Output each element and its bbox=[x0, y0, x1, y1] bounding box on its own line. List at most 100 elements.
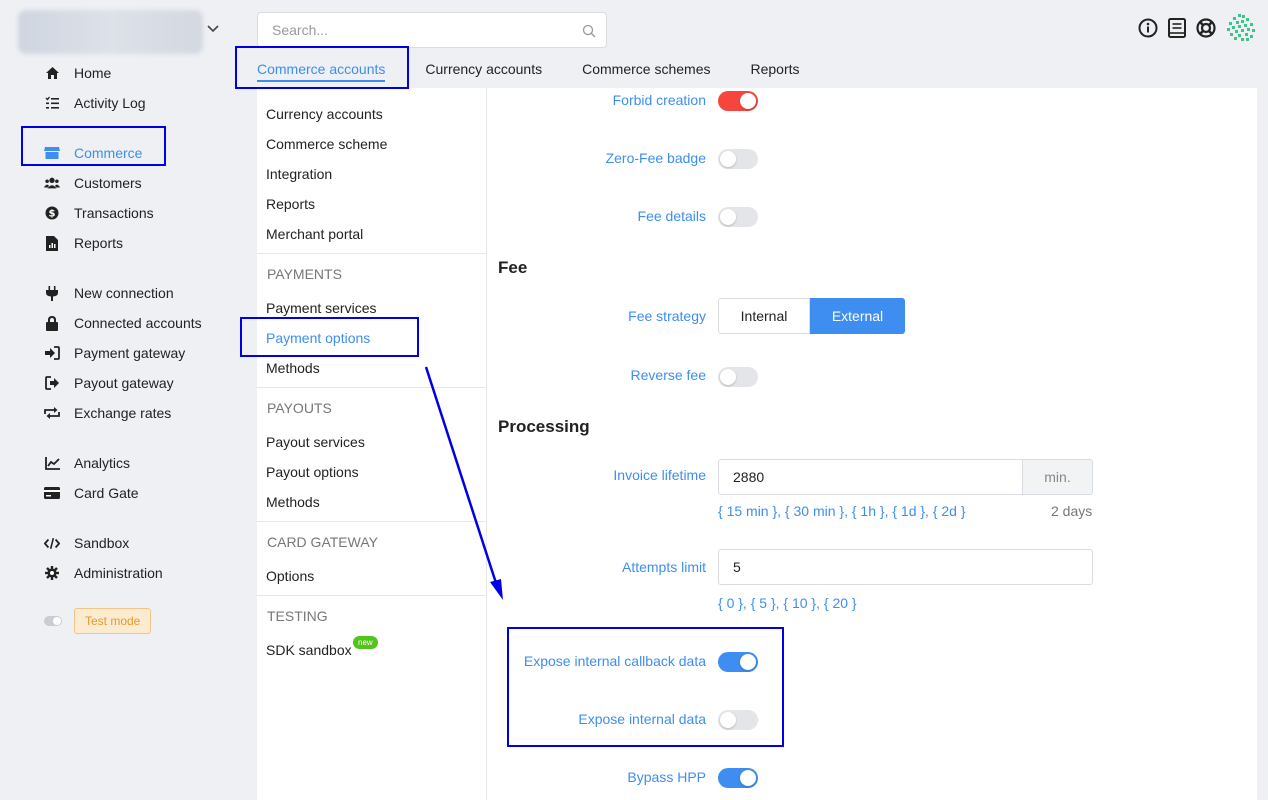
fee-strategy-internal[interactable]: Internal bbox=[718, 298, 810, 334]
new-badge: new bbox=[353, 636, 378, 649]
submenu-item-currency-accounts[interactable]: Currency accounts bbox=[266, 106, 383, 122]
divider bbox=[257, 595, 487, 596]
sidebar-item-label: Administration bbox=[74, 565, 163, 581]
fee-section-title: Fee bbox=[498, 258, 528, 277]
dollar-circle-icon: $ bbox=[44, 205, 60, 221]
sidebar-item-administration[interactable]: Administration bbox=[44, 562, 163, 584]
invoice-lifetime-label: Invoice lifetime bbox=[613, 467, 706, 483]
sidebar-item-exchange-rates[interactable]: Exchange rates bbox=[44, 402, 171, 424]
tab-commerce-schemes[interactable]: Commerce schemes bbox=[582, 58, 710, 82]
bypass-hpp-toggle[interactable] bbox=[718, 768, 758, 788]
sidebar-item-payout-gateway[interactable]: Payout gateway bbox=[44, 372, 174, 394]
sidebar-item-label: Customers bbox=[74, 175, 142, 191]
submenu-item-card-options[interactable]: Options bbox=[266, 568, 314, 584]
sidebar-item-home[interactable]: Home bbox=[44, 62, 111, 84]
fee-strategy-external[interactable]: External bbox=[810, 298, 905, 334]
submenu-item-payment-methods[interactable]: Methods bbox=[266, 360, 320, 376]
credit-card-icon bbox=[44, 485, 60, 501]
divider bbox=[257, 521, 487, 522]
fee-details-toggle[interactable] bbox=[718, 207, 758, 227]
submenu-heading-payouts: PAYOUTS bbox=[267, 400, 332, 416]
search-input[interactable]: Search... bbox=[257, 12, 607, 48]
attempts-limit-field: 5 bbox=[718, 549, 1093, 585]
submenu-item-payout-services[interactable]: Payout services bbox=[266, 434, 365, 450]
chevron-down-icon[interactable] bbox=[205, 20, 221, 36]
sidebar-item-label: Card Gate bbox=[74, 485, 139, 501]
account-switcher[interactable] bbox=[18, 10, 203, 54]
sidebar-item-label: Payout gateway bbox=[74, 375, 174, 391]
file-report-icon bbox=[44, 235, 60, 251]
sidebar-item-label: New connection bbox=[74, 285, 174, 301]
submenu-item-merchant-portal[interactable]: Merchant portal bbox=[266, 226, 363, 242]
search-icon[interactable] bbox=[582, 24, 596, 38]
sidebar-item-card-gate[interactable]: Card Gate bbox=[44, 482, 139, 504]
sign-out-icon bbox=[44, 375, 60, 391]
sidebar-item-transactions[interactable]: $ Transactions bbox=[44, 202, 154, 224]
invoice-lifetime-hint: 2 days bbox=[1051, 503, 1093, 519]
reverse-fee-label: Reverse fee bbox=[630, 367, 706, 383]
submenu-item-integration[interactable]: Integration bbox=[266, 166, 332, 182]
forbid-creation-toggle[interactable] bbox=[718, 91, 758, 111]
zero-fee-badge-toggle[interactable] bbox=[718, 149, 758, 169]
processing-section-title: Processing bbox=[498, 417, 590, 436]
reverse-fee-toggle[interactable] bbox=[718, 367, 758, 387]
submenu-item-payout-methods[interactable]: Methods bbox=[266, 494, 320, 510]
users-icon bbox=[44, 175, 60, 191]
exchange-icon bbox=[44, 405, 60, 421]
sidebar-item-analytics[interactable]: Analytics bbox=[44, 452, 130, 474]
submenu-heading-card-gateway: CARD GATEWAY bbox=[267, 534, 378, 550]
fee-strategy-label: Fee strategy bbox=[628, 308, 706, 324]
sidebar-item-connected-accounts[interactable]: Connected accounts bbox=[44, 312, 202, 334]
annotation-box-expose-toggles bbox=[507, 627, 784, 747]
submenu-item-sdk-sandbox[interactable]: SDK sandbox bbox=[266, 642, 352, 658]
attempts-limit-presets[interactable]: { 0 }, { 5 }, { 10 }, { 20 } bbox=[718, 595, 857, 611]
home-icon bbox=[44, 65, 60, 81]
sidebar-item-new-connection[interactable]: New connection bbox=[44, 282, 174, 304]
top-toolbar bbox=[1138, 13, 1256, 43]
lifebuoy-icon[interactable] bbox=[1196, 18, 1216, 38]
search-placeholder: Search... bbox=[272, 22, 329, 38]
sidebar-item-sandbox[interactable]: Sandbox bbox=[44, 532, 129, 554]
sidebar-item-label: Exchange rates bbox=[74, 405, 172, 421]
submenu-item-commerce-scheme[interactable]: Commerce scheme bbox=[266, 136, 387, 152]
invoice-lifetime-input[interactable]: 2880 bbox=[718, 459, 1023, 495]
invoice-lifetime-unit: min. bbox=[1023, 459, 1093, 495]
submenu-item-payout-options[interactable]: Payout options bbox=[266, 464, 359, 480]
sidebar-item-customers[interactable]: Customers bbox=[44, 172, 142, 194]
sidebar-item-label: Connected accounts bbox=[74, 315, 202, 331]
submenu-item-payment-services[interactable]: Payment services bbox=[266, 300, 376, 316]
sidebar-item-label: Reports bbox=[74, 235, 124, 251]
zero-fee-badge-label: Zero-Fee badge bbox=[605, 150, 706, 166]
test-mode-toggle[interactable]: Test mode bbox=[44, 608, 152, 634]
submenu-heading-payments: PAYMENTS bbox=[267, 266, 342, 282]
submenu-item-reports[interactable]: Reports bbox=[266, 196, 315, 212]
divider bbox=[257, 387, 487, 388]
chart-line-icon bbox=[44, 455, 60, 471]
invoice-lifetime-presets[interactable]: { 15 min }, { 30 min }, { 1h }, { 1d }, … bbox=[718, 503, 966, 519]
list-check-icon bbox=[44, 95, 60, 111]
tab-currency-accounts[interactable]: Currency accounts bbox=[425, 58, 542, 82]
attempts-limit-input[interactable]: 5 bbox=[718, 549, 1093, 585]
sidebar: Home Activity Log Commerce Customers $ T… bbox=[0, 0, 245, 800]
sidebar-item-payment-gateway[interactable]: Payment gateway bbox=[44, 342, 185, 364]
sidebar-item-label: Analytics bbox=[74, 455, 131, 471]
bypass-hpp-label: Bypass HPP bbox=[627, 769, 706, 785]
info-icon[interactable] bbox=[1138, 18, 1158, 38]
attempts-limit-label: Attempts limit bbox=[621, 559, 706, 575]
svg-text:$: $ bbox=[49, 209, 56, 220]
submenu: Currency accounts Commerce scheme Integr… bbox=[257, 88, 487, 800]
tab-reports[interactable]: Reports bbox=[750, 58, 799, 82]
forbid-creation-label: Forbid creation bbox=[612, 92, 706, 108]
book-icon[interactable] bbox=[1168, 18, 1186, 38]
sidebar-item-activity-log[interactable]: Activity Log bbox=[44, 92, 146, 114]
sidebar-item-label: Activity Log bbox=[74, 95, 146, 111]
code-icon bbox=[44, 535, 60, 551]
submenu-heading-testing: TESTING bbox=[267, 608, 328, 624]
divider bbox=[257, 253, 487, 254]
sidebar-item-reports[interactable]: Reports bbox=[44, 232, 123, 254]
sidebar-item-label: Sandbox bbox=[74, 535, 130, 551]
invoice-lifetime-field: 2880 min. bbox=[718, 459, 1093, 495]
fee-strategy-selector: Internal External bbox=[718, 298, 905, 334]
user-avatar[interactable] bbox=[1226, 13, 1256, 43]
test-mode-badge: Test mode bbox=[74, 608, 152, 634]
